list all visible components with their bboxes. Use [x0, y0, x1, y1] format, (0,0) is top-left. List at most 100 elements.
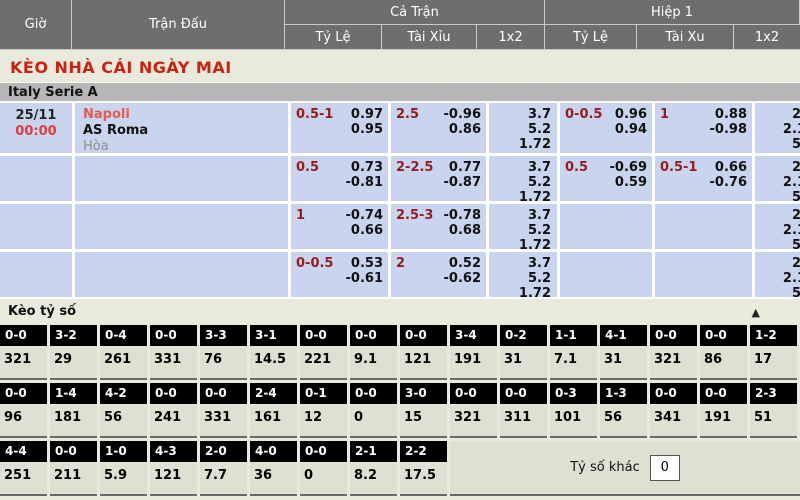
- score-odd[interactable]: 341: [650, 405, 697, 438]
- odd-over[interactable]: 0.66: [715, 160, 747, 175]
- odd-x[interactable]: 2.12: [783, 175, 800, 190]
- score-odd[interactable]: 31: [500, 347, 547, 380]
- odd-home[interactable]: -0.69: [610, 160, 647, 175]
- score-odd[interactable]: 221: [300, 347, 347, 380]
- odd-2[interactable]: 1.72: [519, 238, 551, 249]
- odd-x[interactable]: 2.12: [783, 271, 800, 286]
- away-team[interactable]: AS Roma: [83, 123, 288, 139]
- ft-overunder-cell[interactable]: 2.5-3 -0.78 0.68: [391, 204, 486, 249]
- odd-home[interactable]: 0.73: [351, 160, 383, 175]
- score-odd[interactable]: 191: [450, 347, 497, 380]
- odd-1[interactable]: 3.7: [528, 256, 551, 271]
- score-odd[interactable]: 321: [450, 405, 497, 438]
- score-odd[interactable]: 0: [350, 405, 397, 438]
- score-odd[interactable]: 251: [0, 463, 47, 496]
- score-odd[interactable]: 321: [0, 347, 47, 380]
- score-odd[interactable]: 31: [600, 347, 647, 380]
- score-odd[interactable]: 161: [250, 405, 297, 438]
- odd-under[interactable]: -0.62: [444, 271, 481, 286]
- odd-over[interactable]: 0.52: [449, 256, 481, 271]
- score-odd[interactable]: 121: [400, 347, 447, 380]
- odd-x[interactable]: 5.2: [528, 175, 551, 190]
- odd-2[interactable]: 5.2: [792, 286, 800, 297]
- odd-home[interactable]: 0.53: [351, 256, 383, 271]
- odd-1[interactable]: 2.4: [792, 107, 800, 122]
- h1-1x2-cell[interactable]: 2.4 2.12 5.2: [755, 204, 800, 249]
- odd-2[interactable]: 1.72: [519, 190, 551, 201]
- ft-1x2-cell[interactable]: 3.7 5.2 1.72: [489, 156, 557, 201]
- odd-under[interactable]: 0.68: [449, 223, 481, 238]
- h1-handicap-cell[interactable]: 0.5 -0.69 0.59: [560, 156, 652, 201]
- ft-handicap-cell[interactable]: 0-0.5 0.53 -0.61: [291, 252, 388, 297]
- score-odd[interactable]: 331: [200, 405, 247, 438]
- odd-x[interactable]: 5.2: [528, 271, 551, 286]
- score-odd[interactable]: 101: [550, 405, 597, 438]
- score-odd[interactable]: 181: [50, 405, 97, 438]
- odd-x[interactable]: 2.12: [783, 122, 800, 137]
- odd-home[interactable]: -0.74: [346, 208, 383, 223]
- ft-handicap-cell[interactable]: 0.5-1 0.97 0.95: [291, 103, 388, 153]
- h1-1x2-cell[interactable]: 2.4 2.12 5.2: [755, 156, 800, 201]
- odd-2[interactable]: 1.72: [519, 137, 551, 152]
- odd-x[interactable]: 2.12: [783, 223, 800, 238]
- score-odd[interactable]: 17: [750, 347, 797, 380]
- odd-2[interactable]: 1.72: [519, 286, 551, 297]
- score-odd[interactable]: 7.7: [200, 463, 247, 496]
- match-cell[interactable]: Napoli AS Roma Hòa: [75, 103, 288, 153]
- score-odd[interactable]: 321: [650, 347, 697, 380]
- score-odd[interactable]: 15: [400, 405, 447, 438]
- odd-away[interactable]: 0.59: [615, 175, 647, 190]
- score-odd[interactable]: 14.5: [250, 347, 297, 380]
- score-odd[interactable]: 9.1: [350, 347, 397, 380]
- score-odd[interactable]: 311: [500, 405, 547, 438]
- odd-1[interactable]: 2.4: [792, 208, 800, 223]
- ft-overunder-cell[interactable]: 2-2.5 0.77 -0.87: [391, 156, 486, 201]
- score-odd[interactable]: 17.5: [400, 463, 447, 496]
- odd-over[interactable]: -0.96: [444, 107, 481, 122]
- h1-overunder-cell[interactable]: 1 0.88 -0.98: [655, 103, 752, 153]
- h1-1x2-cell[interactable]: 2.4 2.12 5.2: [755, 252, 800, 297]
- odd-away[interactable]: 0.66: [351, 223, 383, 238]
- ft-overunder-cell[interactable]: 2.5 -0.96 0.86: [391, 103, 486, 153]
- odd-x[interactable]: 5.2: [528, 223, 551, 238]
- other-score-input[interactable]: [650, 455, 680, 481]
- score-odd[interactable]: 12: [300, 405, 347, 438]
- score-odd[interactable]: 121: [150, 463, 197, 496]
- score-odd[interactable]: 331: [150, 347, 197, 380]
- score-odd[interactable]: 261: [100, 347, 147, 380]
- collapse-arrow-icon[interactable]: ▲: [752, 301, 760, 324]
- odd-under[interactable]: -0.76: [710, 175, 747, 190]
- score-odd[interactable]: 5.9: [100, 463, 147, 496]
- ft-1x2-cell[interactable]: 3.7 5.2 1.72: [489, 103, 557, 153]
- score-odd[interactable]: 51: [750, 405, 797, 438]
- ft-1x2-cell[interactable]: 3.7 5.2 1.72: [489, 204, 557, 249]
- odd-under[interactable]: -0.98: [710, 122, 747, 137]
- score-odd[interactable]: 29: [50, 347, 97, 380]
- score-odd[interactable]: 8.2: [350, 463, 397, 496]
- odd-under[interactable]: -0.87: [444, 175, 481, 190]
- odd-1[interactable]: 2.4: [792, 256, 800, 271]
- odd-2[interactable]: 5.2: [792, 238, 800, 249]
- odd-1[interactable]: 3.7: [528, 160, 551, 175]
- score-odd[interactable]: 96: [0, 405, 47, 438]
- odd-2[interactable]: 5.2: [792, 137, 800, 152]
- odd-over[interactable]: -0.78: [444, 208, 481, 223]
- odd-1[interactable]: 2.4: [792, 160, 800, 175]
- home-team[interactable]: Napoli: [83, 107, 288, 123]
- score-odd[interactable]: 76: [200, 347, 247, 380]
- ft-overunder-cell[interactable]: 2 0.52 -0.62: [391, 252, 486, 297]
- h1-handicap-cell[interactable]: 0-0.5 0.96 0.94: [560, 103, 652, 153]
- odd-home[interactable]: 0.96: [615, 107, 647, 122]
- ft-handicap-cell[interactable]: 1 -0.74 0.66: [291, 204, 388, 249]
- h1-1x2-cell[interactable]: 2.4 2.12 5.2: [755, 103, 800, 153]
- score-odd[interactable]: 56: [100, 405, 147, 438]
- odd-1[interactable]: 3.7: [528, 208, 551, 223]
- score-odd[interactable]: 86: [700, 347, 747, 380]
- score-odd[interactable]: 36: [250, 463, 297, 496]
- odd-away[interactable]: 0.95: [351, 122, 383, 137]
- score-odd[interactable]: 191: [700, 405, 747, 438]
- score-odd[interactable]: 56: [600, 405, 647, 438]
- score-odd[interactable]: 241: [150, 405, 197, 438]
- odd-away[interactable]: -0.81: [346, 175, 383, 190]
- score-odd[interactable]: 7.1: [550, 347, 597, 380]
